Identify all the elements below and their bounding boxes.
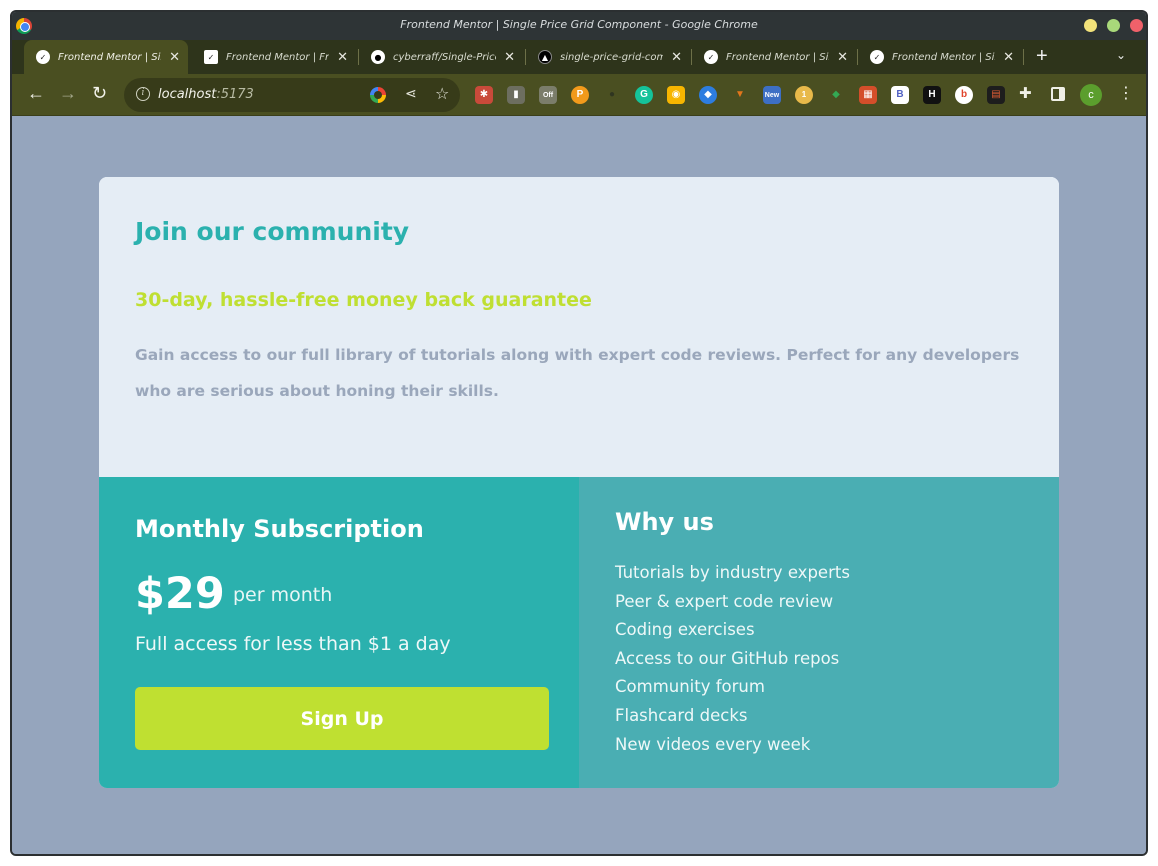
url-port: :5173 bbox=[216, 87, 254, 102]
subscription-section: Monthly Subscription $29 per month Full … bbox=[99, 477, 579, 788]
tab-label: Frontend Mentor | Frontend bbox=[226, 51, 330, 63]
extension-drop-icon[interactable]: ◆ bbox=[699, 86, 717, 104]
tab-vercel[interactable]: ▲ single-price-grid-component ✕ bbox=[526, 40, 690, 74]
close-window-button[interactable] bbox=[1130, 19, 1143, 32]
why-us-title: Why us bbox=[615, 508, 714, 536]
site-info-icon[interactable]: i bbox=[136, 87, 150, 101]
list-item: New videos every week bbox=[615, 734, 811, 754]
tab-frontend-mentor-1[interactable]: ✓ Frontend Mentor | Single Price Grid ✕ bbox=[24, 40, 188, 74]
extension-b-round-icon[interactable]: b bbox=[955, 86, 973, 104]
extension-color-icon[interactable]: ◆ bbox=[827, 86, 845, 104]
url-host: localhost bbox=[158, 87, 217, 102]
why-us-list: Tutorials by industry experts Peer & exp… bbox=[615, 559, 850, 759]
community-description: Gain access to our full library of tutor… bbox=[135, 346, 1020, 400]
extension-keep-icon[interactable]: ◉ bbox=[667, 86, 685, 104]
tab-label: Frontend Mentor | Single bbox=[726, 51, 829, 63]
frontend-mentor-icon: ✓ bbox=[704, 50, 718, 64]
close-tab-icon[interactable]: ✕ bbox=[837, 50, 848, 65]
side-panel-icon[interactable] bbox=[1051, 87, 1065, 101]
close-tab-icon[interactable]: ✕ bbox=[1003, 50, 1014, 65]
frontend-mentor-icon: ✓ bbox=[36, 50, 50, 64]
extension-clipboard-icon[interactable]: ▮ bbox=[507, 86, 525, 104]
list-item: Access to our GitHub repos bbox=[615, 648, 840, 668]
list-item: Peer & expert code review bbox=[615, 591, 834, 611]
url-text[interactable]: localhost:5173 bbox=[158, 87, 254, 102]
metamask-fox-icon[interactable]: ▼ bbox=[731, 86, 749, 104]
tab-frontend-mentor-3[interactable]: ✓ Frontend Mentor | Single ✕ bbox=[692, 40, 856, 74]
maximize-button[interactable] bbox=[1107, 19, 1120, 32]
close-tab-icon[interactable]: ✕ bbox=[169, 50, 180, 65]
share-icon[interactable]: ⋖ bbox=[405, 85, 417, 102]
list-item: Community forum bbox=[615, 677, 765, 697]
extension-ladybug-icon[interactable]: ✱ bbox=[475, 86, 493, 104]
browser-window: Frontend Mentor | Single Price Grid Comp… bbox=[10, 10, 1148, 856]
close-tab-icon[interactable]: ✕ bbox=[337, 50, 348, 65]
tab-frontend-mentor-2[interactable]: ✓ Frontend Mentor | Frontend ✕ bbox=[192, 40, 356, 74]
why-us-section: Why us Tutorials by industry experts Pee… bbox=[579, 477, 1059, 788]
tab-label: Frontend Mentor | Single bbox=[892, 51, 995, 63]
extension-cookie-icon[interactable]: 1 bbox=[795, 86, 813, 104]
community-section: Join our community 30-day, hassle-free m… bbox=[99, 177, 1059, 477]
tab-search-chevron-icon[interactable]: ⌄ bbox=[1116, 48, 1126, 62]
reload-button[interactable]: ↻ bbox=[92, 83, 107, 104]
list-item: Tutorials by industry experts bbox=[615, 563, 850, 582]
new-tab-button[interactable]: + bbox=[1036, 45, 1048, 68]
extension-off-icon[interactable]: Off bbox=[539, 86, 557, 104]
page-viewport: Join our community 30-day, hassle-free m… bbox=[12, 116, 1146, 854]
tab-github[interactable]: ● cyberraff/Single-Price-Grid ✕ bbox=[359, 40, 523, 74]
back-button[interactable]: ← bbox=[27, 83, 45, 104]
extension-p-icon[interactable]: P bbox=[571, 86, 589, 104]
github-icon: ● bbox=[371, 50, 385, 64]
profile-avatar[interactable]: c bbox=[1080, 84, 1102, 106]
tab-label: single-price-grid-component bbox=[560, 51, 663, 63]
vercel-icon: ▲ bbox=[538, 50, 552, 64]
tab-strip: ✓ Frontend Mentor | Single Price Grid ✕ … bbox=[12, 40, 1146, 74]
list-item: Coding exercises bbox=[615, 620, 755, 640]
browser-toolbar: ← → ↻ i localhost:5173 ⋖ ☆ ✱ ▮ Off P ● G… bbox=[12, 74, 1146, 116]
subscription-price: $29 bbox=[135, 569, 225, 619]
frontend-mentor-icon: ✓ bbox=[204, 50, 218, 64]
extensions-puzzle-icon[interactable]: ✚ bbox=[1019, 84, 1032, 102]
sign-up-button[interactable]: Sign Up bbox=[135, 687, 549, 750]
menu-kebab-icon[interactable]: ⋮ bbox=[1118, 83, 1134, 103]
bookmark-star-icon[interactable]: ☆ bbox=[435, 84, 449, 104]
frontend-mentor-icon: ✓ bbox=[870, 50, 884, 64]
google-lens-icon[interactable] bbox=[370, 87, 386, 103]
close-tab-icon[interactable]: ✕ bbox=[671, 50, 682, 65]
window-title: Frontend Mentor | Single Price Grid Comp… bbox=[400, 18, 758, 31]
tab-separator bbox=[1023, 49, 1024, 65]
close-tab-icon[interactable]: ✕ bbox=[504, 50, 515, 65]
price-grid-card: Join our community 30-day, hassle-free m… bbox=[99, 177, 1059, 788]
extension-hidden-icon[interactable]: ● bbox=[603, 86, 621, 104]
address-bar[interactable]: i localhost:5173 ⋖ ☆ bbox=[124, 78, 460, 112]
extension-palette-icon[interactable]: ▤ bbox=[987, 86, 1005, 104]
guarantee-subheading: 30-day, hassle-free money back guarantee bbox=[135, 289, 592, 311]
community-heading: Join our community bbox=[135, 217, 410, 246]
minimize-button[interactable] bbox=[1084, 19, 1097, 32]
forward-button[interactable]: → bbox=[59, 83, 77, 104]
title-bar: Frontend Mentor | Single Price Grid Comp… bbox=[12, 12, 1146, 40]
subscription-title: Monthly Subscription bbox=[135, 515, 424, 543]
grammarly-icon[interactable]: G bbox=[635, 86, 653, 104]
subscription-tagline: Full access for less than $1 a day bbox=[135, 633, 451, 655]
extension-b-icon[interactable]: B bbox=[891, 86, 909, 104]
tab-frontend-mentor-4[interactable]: ✓ Frontend Mentor | Single ✕ bbox=[858, 40, 1022, 74]
subscription-period: per month bbox=[233, 584, 333, 606]
extension-grid-icon[interactable]: ▦ bbox=[859, 86, 877, 104]
extension-h-icon[interactable]: H bbox=[923, 86, 941, 104]
extension-new-icon[interactable]: New bbox=[763, 86, 781, 104]
tab-label: cyberraff/Single-Price-Grid bbox=[393, 51, 496, 63]
tab-label: Frontend Mentor | Single Price Grid bbox=[58, 51, 161, 63]
list-item: Flashcard decks bbox=[615, 705, 748, 725]
